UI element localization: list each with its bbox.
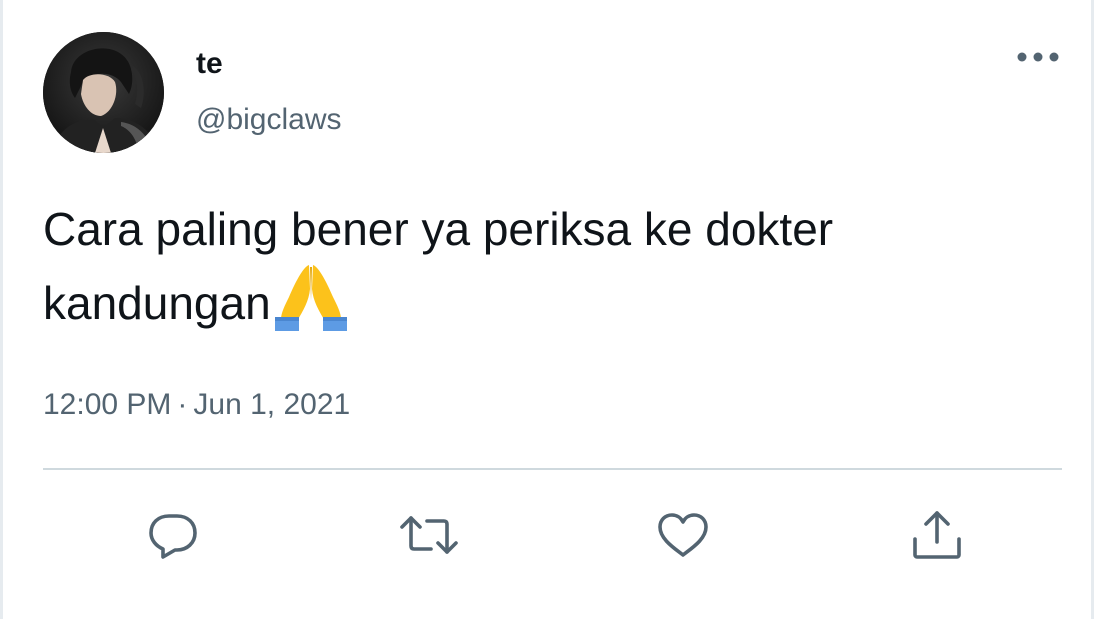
avatar[interactable] (43, 32, 164, 153)
avatar-photo (43, 32, 164, 153)
user-handle[interactable]: @bigclaws (196, 102, 342, 138)
share-icon (913, 511, 961, 559)
retweet-button[interactable] (399, 505, 459, 565)
retweet-icon (400, 516, 458, 554)
timestamp-separator: · (177, 388, 188, 421)
like-button[interactable] (653, 505, 713, 565)
reply-button[interactable] (143, 505, 203, 565)
divider (43, 468, 1062, 470)
share-button[interactable] (907, 505, 967, 565)
tweet-card: te @bigclaws Cara paling bener ya periks… (0, 0, 1094, 619)
more-horizontal-icon (1017, 52, 1059, 62)
tweet-body: Cara paling bener ya periksa ke dokter k… (43, 203, 834, 329)
more-options-button[interactable] (1011, 42, 1065, 72)
display-name[interactable]: te (196, 46, 223, 82)
tweet-date: Jun 1, 2021 (193, 388, 351, 421)
heart-icon (658, 513, 708, 557)
folded-hands-emoji-icon (273, 261, 349, 347)
tweet-text: Cara paling bener ya periksa ke dokter k… (43, 197, 1053, 347)
reply-icon (149, 514, 197, 559)
tweet-time: 12:00 PM (43, 388, 172, 421)
tweet-timestamp[interactable]: 12:00 PM · Jun 1, 2021 (43, 385, 350, 425)
